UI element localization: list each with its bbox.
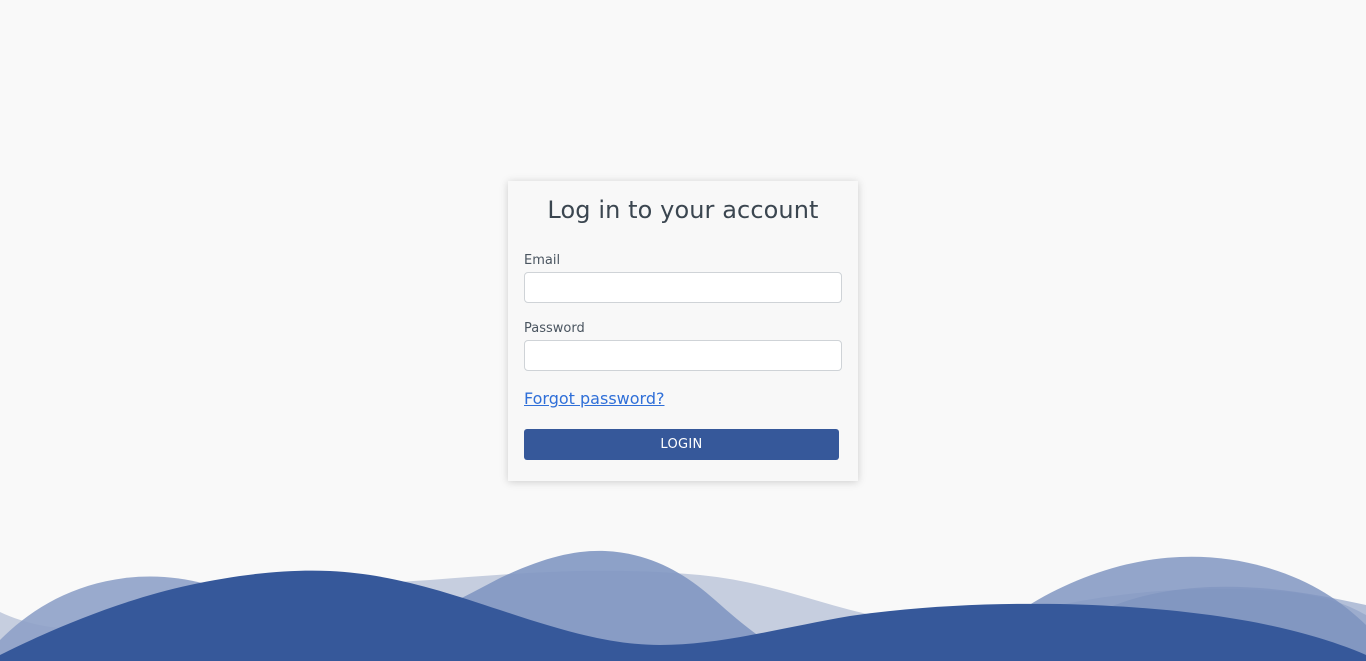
password-label: Password [524,321,585,336]
login-page: Log in to your account Email Password Fo… [0,0,1366,661]
login-button[interactable]: LOGIN [524,429,839,460]
page-title: Log in to your account [547,196,819,224]
login-card: Log in to your account Email Password Fo… [508,181,858,481]
forgot-password-link[interactable]: Forgot password? [524,388,664,410]
password-field[interactable] [524,340,842,371]
email-field[interactable] [524,272,842,303]
email-label: Email [524,253,561,268]
